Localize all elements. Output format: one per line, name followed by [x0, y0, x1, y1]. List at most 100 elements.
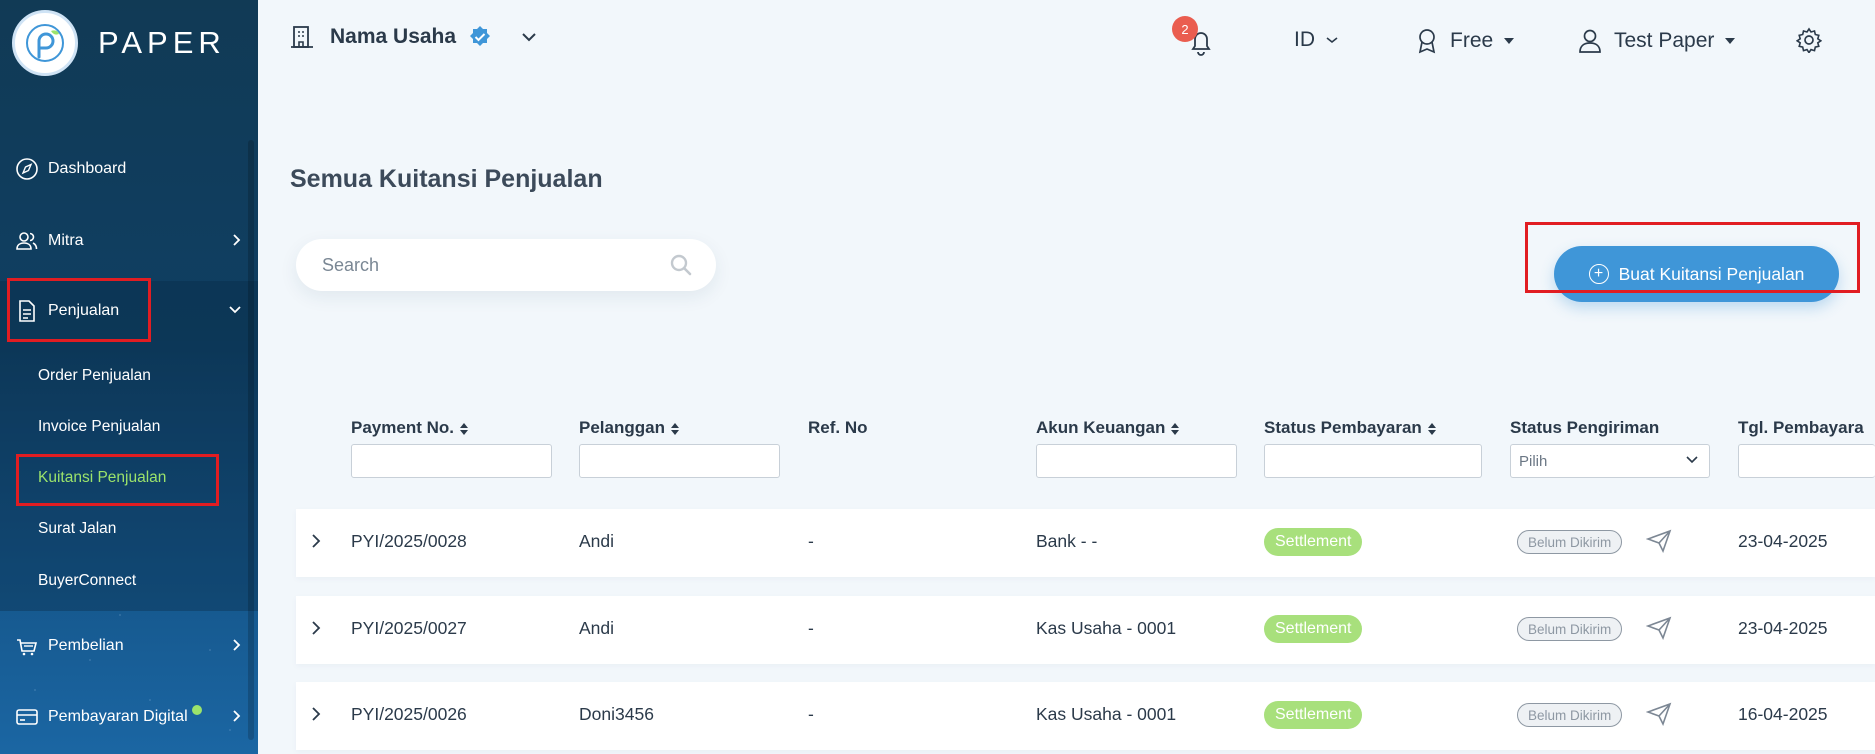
credit-card-icon: [14, 704, 40, 730]
sidebar-item-penjualan[interactable]: Penjualan: [0, 281, 258, 341]
header-label: Payment No.: [351, 418, 454, 437]
sidebar-item-label: Penjualan: [48, 302, 120, 319]
language-selector[interactable]: ID: [1294, 28, 1339, 52]
status-badge-shipping: Belum Dikirim: [1517, 530, 1623, 554]
sidebar: PAPER Dashboard Mitra Penjualan Order Pe…: [0, 0, 258, 754]
column-header-payment-no[interactable]: Payment No.: [351, 418, 469, 438]
sidebar-item-label: Dashboard: [48, 160, 127, 177]
caret-down-icon: [1504, 38, 1515, 44]
cell-pelanggan: Andi: [579, 618, 615, 638]
user-menu[interactable]: Test Paper: [1578, 28, 1736, 54]
chevron-right-icon: [233, 234, 241, 246]
sort-icon: [1427, 422, 1436, 435]
building-icon: [291, 26, 313, 48]
award-ribbon-icon: [1418, 29, 1436, 54]
filter-status-pengiriman-select[interactable]: Pilih: [1510, 444, 1710, 478]
cell-akun-keuangan: Bank - -: [1036, 531, 1098, 551]
sidebar-item-label: Mitra: [48, 232, 84, 249]
column-header-pelanggan[interactable]: Pelanggan: [579, 418, 680, 438]
document-icon: [14, 298, 40, 324]
filter-tgl-pembayaran[interactable]: [1738, 444, 1875, 478]
header-label: Status Pengiriman: [1510, 418, 1660, 437]
filter-payment-no[interactable]: [351, 444, 552, 478]
header-label: Pelanggan: [579, 418, 665, 437]
column-header-ref-no: Ref. No: [808, 418, 868, 438]
shopping-basket-icon: [14, 633, 40, 659]
cell-ref-no: -: [808, 704, 814, 724]
column-header-status-pembayaran[interactable]: Status Pembayaran: [1264, 418, 1437, 438]
user-icon: [1579, 29, 1601, 53]
sort-icon: [1171, 422, 1180, 435]
new-indicator-dot: [192, 705, 202, 715]
search-icon[interactable]: [670, 254, 692, 276]
plan-label: Free: [1450, 29, 1494, 52]
business-name: Nama Usaha: [330, 25, 457, 48]
cell-tgl-pembayaran: 23-04-2025: [1738, 618, 1828, 638]
send-icon[interactable]: [1646, 616, 1672, 640]
search-input[interactable]: [322, 254, 652, 276]
sidebar-item-pembelian[interactable]: Pembelian: [0, 616, 258, 676]
sidebar-item-dashboard[interactable]: Dashboard: [0, 139, 258, 199]
sidebar-subitem-buyerconnect[interactable]: BuyerConnect: [38, 572, 136, 590]
brand-name: PAPER: [98, 25, 226, 60]
create-receipt-button[interactable]: + Buat Kuitansi Penjualan: [1554, 246, 1839, 302]
sidebar-subitem-kuitansi-penjualan[interactable]: Kuitansi Penjualan: [38, 469, 166, 487]
cell-payment-no[interactable]: PYI/2025/0026: [351, 704, 467, 725]
cell-ref-no: -: [808, 531, 814, 551]
chevron-down-icon: [1326, 37, 1338, 44]
filter-status-pembayaran[interactable]: [1264, 444, 1482, 478]
status-badge-settlement: Settlement: [1264, 528, 1363, 556]
header-label: Status Pembayaran: [1264, 418, 1422, 437]
sidebar-subitem-order-penjualan[interactable]: Order Penjualan: [38, 367, 151, 385]
chevron-right-icon: [233, 639, 241, 651]
status-badge-settlement: Settlement: [1264, 701, 1363, 729]
table-row[interactable]: PYI/2025/0026 Doni3456 - Kas Usaha - 000…: [296, 682, 1875, 750]
brand-logo[interactable]: PAPER: [12, 10, 226, 76]
settings-button[interactable]: [1796, 27, 1822, 53]
table-row[interactable]: PYI/2025/0028 Andi - Bank - - Settlement…: [296, 509, 1875, 577]
table-row[interactable]: PYI/2025/0027 Andi - Kas Usaha - 0001 Se…: [296, 596, 1875, 664]
send-icon[interactable]: [1646, 702, 1672, 726]
cell-akun-keuangan: Kas Usaha - 0001: [1036, 618, 1177, 638]
verified-badge-icon: [470, 26, 491, 46]
cell-payment-no[interactable]: PYI/2025/0027: [351, 618, 467, 639]
send-icon[interactable]: [1646, 529, 1672, 553]
sidebar-item-mitra[interactable]: Mitra: [0, 211, 258, 271]
paper-logo-icon: [12, 10, 78, 76]
cell-ref-no: -: [808, 618, 814, 638]
chevron-right-icon[interactable]: [310, 533, 322, 549]
column-header-tgl-pembayaran[interactable]: Tgl. Pembayara: [1738, 418, 1864, 438]
business-switcher[interactable]: Nama Usaha: [290, 24, 538, 50]
notification-count-badge: 2: [1172, 16, 1198, 42]
users-icon: [14, 228, 40, 254]
language-label: ID: [1294, 28, 1315, 51]
sort-icon: [459, 422, 468, 435]
chevron-down-icon[interactable]: [520, 31, 538, 43]
sidebar-subitem-invoice-penjualan[interactable]: Invoice Penjualan: [38, 418, 160, 436]
sidebar-item-label: Pembelian: [48, 637, 124, 654]
cell-payment-no[interactable]: PYI/2025/0028: [351, 531, 467, 552]
caret-down-icon: [1725, 38, 1736, 44]
sidebar-item-label: Pembayaran Digital: [48, 708, 188, 725]
chevron-right-icon[interactable]: [310, 620, 322, 636]
cell-pelanggan: Andi: [579, 531, 615, 551]
header-label: Ref. No: [808, 418, 868, 437]
sidebar-item-pembayaran-digital[interactable]: Pembayaran Digital: [0, 687, 258, 747]
sidebar-subitem-surat-jalan[interactable]: Surat Jalan: [38, 520, 116, 538]
status-badge-settlement: Settlement: [1264, 615, 1363, 643]
plan-selector[interactable]: Free: [1416, 28, 1515, 54]
column-header-status-pengiriman: Status Pengiriman: [1510, 418, 1659, 438]
status-badge-shipping: Belum Dikirim: [1517, 703, 1623, 727]
user-name: Test Paper: [1614, 29, 1715, 52]
column-header-akun-keuangan[interactable]: Akun Keuangan: [1036, 418, 1180, 438]
cell-tgl-pembayaran: 23-04-2025: [1738, 531, 1828, 551]
header-label: Akun Keuangan: [1036, 418, 1166, 437]
filter-akun-keuangan[interactable]: [1036, 444, 1237, 478]
cell-pelanggan: Doni3456: [579, 704, 654, 724]
filter-pelanggan[interactable]: [579, 444, 780, 478]
chevron-right-icon[interactable]: [310, 706, 322, 722]
select-placeholder: Pilih: [1519, 452, 1548, 470]
chevron-down-icon: [229, 306, 241, 314]
search-box[interactable]: [296, 239, 716, 291]
compass-icon: [14, 156, 40, 182]
